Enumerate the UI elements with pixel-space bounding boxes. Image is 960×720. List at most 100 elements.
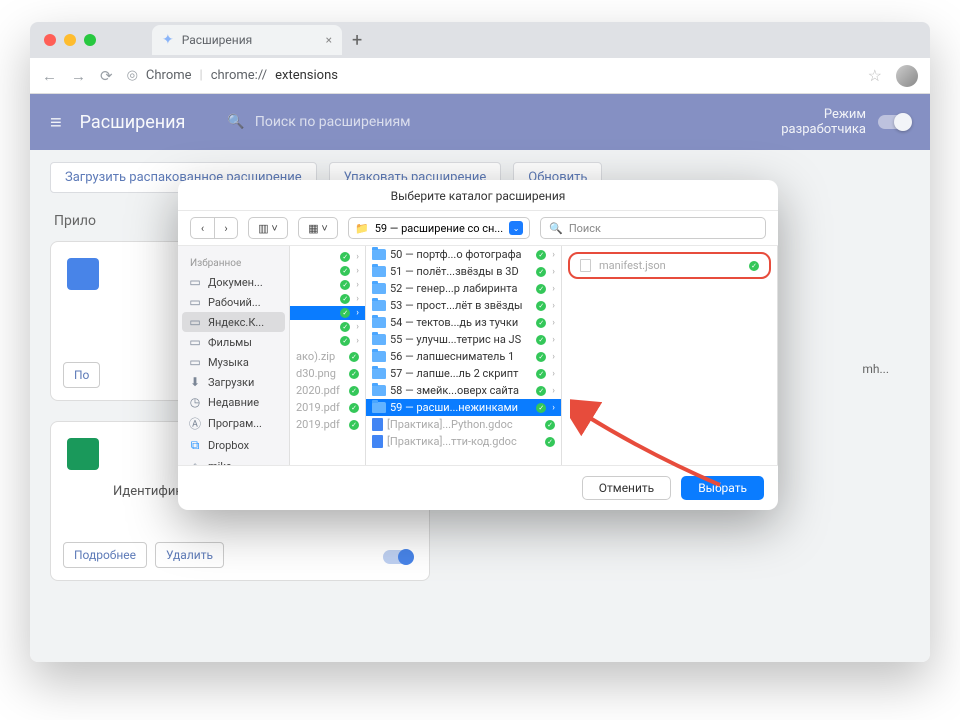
tab-title: Расширения (182, 33, 252, 47)
folder-row[interactable]: 58 — змейк...оверх сайта› (366, 382, 561, 399)
chevron-right-icon: › (356, 322, 359, 332)
item-name: 53 — прост...лёт в звёзды (390, 299, 532, 312)
folder-row[interactable]: 54 — тектов...дь из тучки› (366, 314, 561, 331)
list-item[interactable]: › (290, 320, 365, 334)
chevron-right-icon: › (552, 335, 555, 345)
minimize-window-icon[interactable] (64, 34, 76, 46)
app-icon (67, 258, 99, 290)
chevron-right-icon: › (552, 386, 555, 396)
column-1: › › › › › › › ако).zip d30.png 2020.pdf … (290, 246, 366, 465)
dialog-title: Выберите каталог расширения (178, 180, 778, 211)
browser-tab[interactable]: ✦ Расширения × (152, 25, 342, 55)
extensions-header: ≡ Расширения 🔍 Поиск по расширениям Режи… (30, 94, 930, 150)
current-folder: 59 — расширение со сн... (375, 222, 503, 235)
extension-toggle[interactable] (383, 550, 413, 564)
choose-button[interactable]: Выбрать (681, 476, 764, 500)
zoom-window-icon[interactable] (84, 34, 96, 46)
profile-avatar[interactable] (896, 65, 918, 87)
sync-badge-icon (349, 369, 359, 379)
list-item[interactable]: › (290, 250, 365, 264)
sidebar-item-movies[interactable]: ▭Фильмы (178, 332, 289, 352)
sidebar-item-dropbox[interactable]: ⧉Dropbox (178, 435, 289, 456)
forward-icon[interactable]: → (71, 67, 86, 85)
folder-icon (372, 351, 386, 362)
folder-row[interactable]: 53 — прост...лёт в звёзды› (366, 297, 561, 314)
dropbox-icon: ⧉ (188, 438, 202, 453)
dev-mode-toggle[interactable] (878, 115, 910, 129)
address-bar[interactable]: ◎ Chrome | chrome://extensions (127, 68, 854, 83)
site-info-icon[interactable]: ◎ (127, 68, 138, 83)
new-tab-button[interactable]: + (352, 30, 362, 51)
menu-icon[interactable]: ≡ (50, 110, 62, 135)
folder-icon (372, 368, 386, 379)
sync-badge-icon (536, 267, 546, 277)
chevron-right-icon: › (552, 318, 555, 328)
list-item[interactable]: 2020.pdf (290, 382, 365, 399)
chevron-right-icon: › (552, 250, 555, 260)
item-name: [Практика]...тти-код.gdoc (387, 435, 541, 448)
folder-row[interactable]: [Практика]...тти-код.gdoc (366, 433, 561, 450)
sync-badge-icon (536, 301, 546, 311)
window-controls[interactable] (40, 34, 102, 46)
dialog-toolbar: ‹ › ▥ ˅ ▦ ˅ 📁 59 — расширение со сн... ⌄… (178, 211, 778, 246)
sidebar-item-yandex[interactable]: ▭Яндекс.К... (182, 312, 285, 332)
folder-row[interactable]: 51 — полёт...звёзды в 3D› (366, 263, 561, 280)
url-path: extensions (275, 68, 338, 83)
folder-row[interactable]: 52 — генер...р лабиринта› (366, 280, 561, 297)
dialog-search[interactable]: 🔍 Поиск (540, 217, 766, 239)
folder-icon: ▭ (188, 295, 202, 309)
dialog-body: Избранное ▭Докумен... ▭Рабочий... ▭Яндек… (178, 246, 778, 465)
column-2: 50 — портф...о фотографа›51 — полёт...зв… (366, 246, 562, 465)
close-tab-icon[interactable]: × (326, 33, 332, 47)
sidebar-item-home[interactable]: ⌂mike (178, 456, 289, 465)
back-button[interactable]: ‹ (190, 217, 214, 239)
list-item[interactable]: › (290, 264, 365, 278)
sync-badge-icon (340, 322, 350, 332)
sidebar-item-applications[interactable]: ⒶПрограм... (178, 412, 289, 435)
view-group-button[interactable]: ▦ ˅ (298, 217, 338, 239)
list-item[interactable]: d30.png (290, 365, 365, 382)
close-window-icon[interactable] (44, 34, 56, 46)
view-columns-button[interactable]: ▥ ˅ (248, 217, 288, 239)
folder-row-selected[interactable]: 59 — расши...нежинками› (366, 399, 561, 416)
download-icon: ⬇ (188, 375, 202, 389)
search-placeholder: Поиск по расширениям (255, 114, 411, 130)
folder-row[interactable]: 50 — портф...о фотографа› (366, 246, 561, 263)
sidebar-item-documents[interactable]: ▭Докумен... (178, 272, 289, 292)
sidebar-item-desktop[interactable]: ▭Рабочий... (178, 292, 289, 312)
list-item[interactable]: › (290, 292, 365, 306)
cancel-button[interactable]: Отменить (582, 476, 671, 500)
reload-icon[interactable]: ⟳ (100, 67, 113, 85)
apps-icon: Ⓐ (188, 415, 202, 432)
sidebar-item-music[interactable]: ▭Музыка (178, 352, 289, 372)
bookmark-icon[interactable]: ☆ (868, 66, 882, 85)
folder-row[interactable]: 56 — лапшесниматель 1› (366, 348, 561, 365)
folder-icon (372, 402, 386, 413)
sidebar-item-downloads[interactable]: ⬇Загрузки (178, 372, 289, 392)
details-button[interactable]: Подробнее (63, 542, 147, 568)
list-item[interactable]: › (290, 278, 365, 292)
card-details-button[interactable]: По (63, 362, 100, 388)
back-icon[interactable]: ← (42, 67, 57, 85)
sync-badge-icon (340, 336, 350, 346)
folder-row[interactable]: [Практика]...Python.gdoc (366, 416, 561, 433)
path-dropdown[interactable]: 📁 59 — расширение со сн... ⌄ (348, 217, 530, 239)
folder-row[interactable]: 55 — улучш...тетрис на JS› (366, 331, 561, 348)
sync-badge-icon (349, 352, 359, 362)
sync-badge-icon (536, 386, 546, 396)
list-item[interactable]: › (290, 334, 365, 348)
remove-button[interactable]: Удалить (155, 542, 224, 568)
forward-button[interactable]: › (214, 217, 238, 239)
sidebar-item-recents[interactable]: ◷Недавние (178, 392, 289, 412)
list-item-selected[interactable]: › (290, 306, 365, 320)
list-item[interactable]: 2019.pdf (290, 416, 365, 433)
extensions-search[interactable]: 🔍 Поиск по расширениям (217, 105, 491, 139)
sync-badge-icon (536, 335, 546, 345)
sync-badge-icon (349, 386, 359, 396)
sync-badge-icon (349, 403, 359, 413)
nav-segment: ‹ › (190, 217, 238, 239)
clock-icon: ◷ (188, 395, 202, 409)
folder-row[interactable]: 57 — лапше...ль 2 скрипт› (366, 365, 561, 382)
list-item[interactable]: ако).zip (290, 348, 365, 365)
list-item[interactable]: 2019.pdf (290, 399, 365, 416)
